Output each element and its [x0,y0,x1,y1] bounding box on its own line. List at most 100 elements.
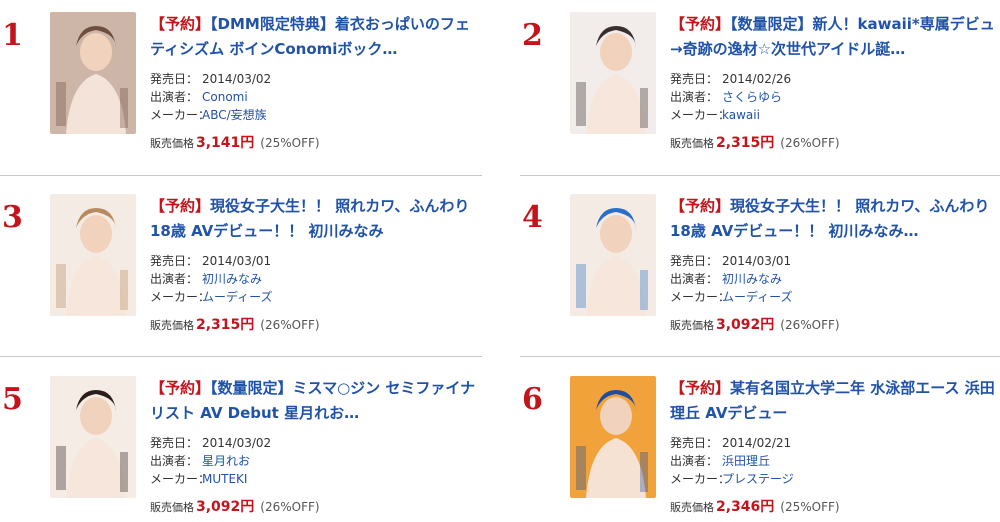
discount-badge: (25%OFF) [780,500,840,514]
product-info: 【予約】【数量限定】ミスマ○ジン セミファイナリスト AV Debut 星月れお… [150,376,480,516]
sale-price: 3,092円 [196,499,255,515]
product-info: 【予約】【数量限定】新人！kawaii*専属デビュ→奇跡の逸材☆次世代アイドル誕… [670,12,1000,152]
performer-label: 出演者： [670,90,719,104]
price-row: 販売価格 3,092円 (26%OFF) [670,314,1000,334]
ranking-item: 4 【予約】現役女子大生！！ 照れカワ、ふんわり18歳 AVデビュー！！ 初川み… [522,182,1000,342]
product-cover-image[interactable] [50,12,136,134]
rank-number: 1 [2,18,23,53]
sale-price: 2,346円 [716,499,775,515]
maker-link[interactable]: プレステージ [722,472,794,486]
release-date: 2014/03/01 [202,254,272,268]
maker-label: メーカー： [150,290,211,304]
release-date-label: 発売日： [670,72,719,86]
price-row: 販売価格 2,346円 (25%OFF) [670,496,1000,516]
product-title-link[interactable]: 【予約】某有名国立大学二年 水泳部エース 浜田理丘 AVデビュー [670,376,1000,426]
performer-row: 出演者： 初川みなみ [670,270,1000,288]
product-title-link[interactable]: 【予約】【数量限定】ミスマ○ジン セミファイナリスト AV Debut 星月れお… [150,376,480,426]
performer-row: 出演者： Conomi [150,88,480,106]
ranking-item: 6 【予約】某有名国立大学二年 水泳部エース 浜田理丘 AVデビュー 発売日： 2… [522,364,1000,522]
product-info: 【予約】現役女子大生！！ 照れカワ、ふんわり18歳 AVデビュー！！ 初川みなみ… [670,194,1000,334]
row-divider [520,356,1000,357]
performer-label: 出演者： [670,454,719,468]
price-label: 販売価格 [670,137,714,150]
price-row: 販売価格 2,315円 (26%OFF) [150,314,480,334]
product-cover-image[interactable] [50,194,136,316]
price-label: 販売価格 [150,137,194,150]
release-date-row: 発売日： 2014/03/02 [150,434,480,452]
maker-label: メーカー： [150,108,211,122]
release-date-label: 発売日： [670,254,719,268]
release-date-label: 発売日： [670,436,719,450]
preorder-tag: 【予約】 [670,379,731,397]
discount-badge: (26%OFF) [260,318,320,332]
price-label: 販売価格 [150,319,194,332]
performer-link[interactable]: 浜田理丘 [722,454,770,468]
preorder-tag: 【予約】 [670,197,731,215]
sale-price: 3,141円 [196,135,255,151]
product-cover-image[interactable] [570,194,656,316]
product-title-link[interactable]: 【予約】【DMM限定特典】着衣おっぱいのフェティシズム ボインConomiボック… [150,12,480,62]
performer-row: 出演者： 星月れお [150,452,480,470]
row-divider [520,175,1000,176]
product-title-link[interactable]: 【予約】現役女子大生！！ 照れカワ、ふんわり18歳 AVデビュー！！ 初川みなみ [150,194,480,244]
discount-badge: (26%OFF) [780,318,840,332]
performer-link[interactable]: 初川みなみ [722,272,782,286]
release-date: 2014/03/02 [202,72,272,86]
performer-link[interactable]: 星月れお [202,454,250,468]
maker-row: メーカー：MUTEKI [150,470,480,488]
release-date: 2014/02/21 [722,436,792,450]
product-info: 【予約】【DMM限定特典】着衣おっぱいのフェティシズム ボインConomiボック… [150,12,480,152]
price-row: 販売価格 3,141円 (25%OFF) [150,132,480,152]
sale-price: 2,315円 [196,317,255,333]
maker-link[interactable]: ムーディーズ [202,290,273,304]
performer-row: 出演者： 初川みなみ [150,270,480,288]
rank-number: 6 [522,382,543,417]
performer-link[interactable]: 初川みなみ [202,272,262,286]
maker-row: メーカー：kawaii [670,106,1000,124]
discount-badge: (25%OFF) [260,136,320,150]
rank-number: 2 [522,18,543,53]
product-cover-image[interactable] [570,376,656,498]
maker-link[interactable]: MUTEKI [202,472,247,486]
ranking-grid: 1 【予約】【DMM限定特典】着衣おっぱいのフェティシズム ボインConomiボ… [0,0,1000,522]
product-title-link[interactable]: 【予約】【数量限定】新人！kawaii*専属デビュ→奇跡の逸材☆次世代アイドル誕… [670,12,1000,62]
preorder-tag: 【予約】 [150,379,211,397]
performer-row: 出演者： さくらゆら [670,88,1000,106]
preorder-tag: 【予約】 [670,15,731,33]
performer-label: 出演者： [150,454,199,468]
maker-link[interactable]: kawaii [722,108,760,122]
performer-link[interactable]: Conomi [202,90,248,104]
price-label: 販売価格 [670,319,714,332]
maker-link[interactable]: ムーディーズ [722,290,793,304]
maker-link[interactable]: ABC/妄想族 [202,108,267,122]
maker-label: メーカー： [670,108,731,122]
product-cover-image[interactable] [50,376,136,498]
maker-label: メーカー： [670,472,731,486]
release-date: 2014/03/02 [202,436,272,450]
price-row: 販売価格 3,092円 (26%OFF) [150,496,480,516]
rank-number: 4 [522,200,543,235]
maker-row: メーカー：ABC/妄想族 [150,106,480,124]
rank-number: 3 [2,200,23,235]
row-divider [0,175,482,176]
performer-label: 出演者： [150,90,199,104]
release-date-row: 発売日： 2014/03/02 [150,70,480,88]
release-date: 2014/02/26 [722,72,792,86]
performer-row: 出演者： 浜田理丘 [670,452,1000,470]
release-date: 2014/03/01 [722,254,792,268]
preorder-tag: 【予約】 [150,197,211,215]
row-divider [0,356,482,357]
ranking-item: 2 【予約】【数量限定】新人！kawaii*専属デビュ→奇跡の逸材☆次世代アイド… [522,0,1000,160]
performer-link[interactable]: さくらゆら [722,90,782,104]
release-date-label: 発売日： [150,254,199,268]
release-date-label: 発売日： [150,72,199,86]
product-cover-image[interactable] [570,12,656,134]
sale-price: 2,315円 [716,135,775,151]
product-info: 【予約】某有名国立大学二年 水泳部エース 浜田理丘 AVデビュー 発売日： 201… [670,376,1000,516]
performer-label: 出演者： [670,272,719,286]
maker-row: メーカー：プレステージ [670,470,1000,488]
product-title-link[interactable]: 【予約】現役女子大生！！ 照れカワ、ふんわり18歳 AVデビュー！！ 初川みなみ… [670,194,1000,244]
preorder-tag: 【予約】 [150,15,211,33]
maker-label: メーカー： [670,290,731,304]
maker-label: メーカー： [150,472,211,486]
